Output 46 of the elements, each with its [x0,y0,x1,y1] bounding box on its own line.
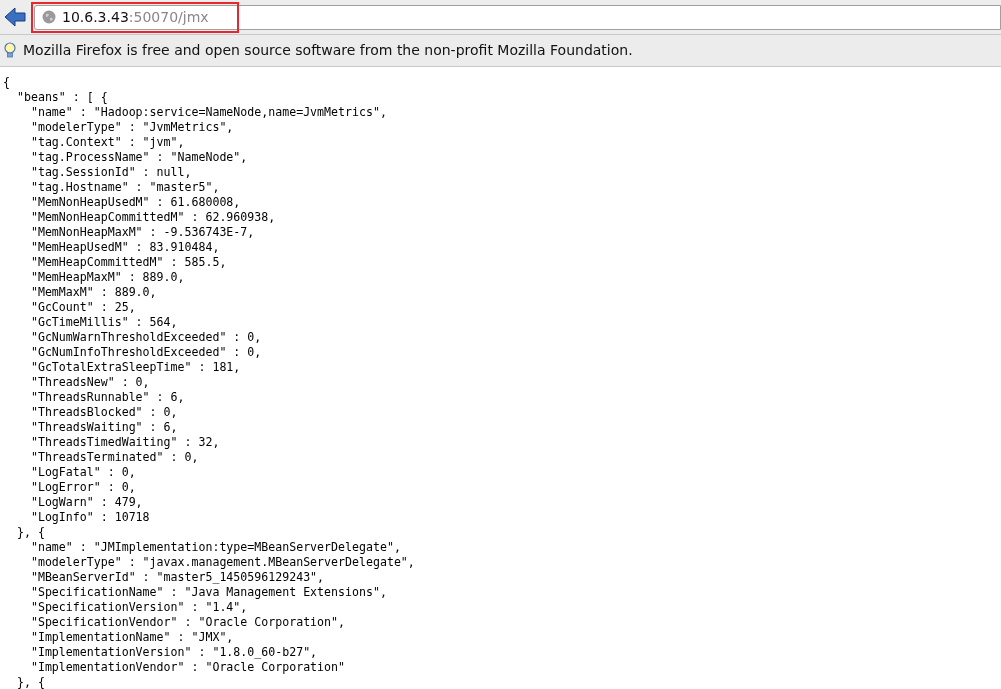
json-line: "MBeanServerId" : "master5_1450596129243", [29,570,325,584]
json-line: "GcNumWarnThresholdExceeded" : 0, [29,330,262,344]
json-line: "ThreadsTerminated" : 0, [29,450,199,464]
json-line: "modelerType" : "javax.management.MBeanServerDelegate", [29,555,415,569]
notification-text: Mozilla Firefox is free and open source software from the non-profit Mozilla Foundation. [23,41,633,60]
json-line: "ThreadsTimedWaiting" : 32, [29,435,220,449]
json-line: "tag.Hostname" : "master5", [29,180,220,194]
json-line: "MemNonHeapCommittedM" : 62.960938, [29,210,276,224]
json-line: "tag.ProcessName" : "NameNode", [29,150,248,164]
json-line: "ImplementationVendor" : "Oracle Corporation" [29,660,346,674]
json-line: }, { [15,675,45,689]
json-line: "ThreadsRunnable" : 6, [29,390,185,404]
json-line: "name" : "JMImplementation:type=MBeanServerDelegate", [29,540,401,554]
json-line: "MemNonHeapUsedM" : 61.680008, [29,195,241,209]
json-line: "ImplementationVersion" : "1.8.0_60-b27", [29,645,318,659]
json-line: "SpecificationVersion" : "1.4", [29,600,248,614]
json-line: "name" : "Hadoop:service=NameNode,name=JvmMetrics", [29,105,387,119]
json-line: "GcTimeMillis" : 564, [29,315,178,329]
json-line: "SpecificationVendor" : "Oracle Corporation", [29,615,346,629]
json-line: "tag.Context" : "jvm", [29,135,185,149]
back-arrow-icon[interactable] [4,7,26,27]
json-line: }, { [15,525,45,539]
json-line: "MemNonHeapMaxM" : -9.536743E-7, [29,225,255,239]
json-line: "ThreadsBlocked" : 0, [29,405,178,419]
json-line: "MemHeapCommittedM" : 585.5, [29,255,227,269]
json-line: "tag.SessionId" : null, [29,165,192,179]
json-line: "SpecificationName" : "Java Management Extensions", [29,585,387,599]
lightbulb-icon [4,42,16,59]
url-field[interactable]: 10.6.3.43:50070/jmx [34,4,1001,30]
json-line: "GcNumInfoThresholdExceeded" : 0, [29,345,262,359]
globe-icon [42,10,56,24]
json-line: "ThreadsWaiting" : 6, [29,420,178,434]
json-line: "beans" : [ { [15,90,108,104]
json-line: "MemMaxM" : 889.0, [29,285,157,299]
json-line: "MemHeapUsedM" : 83.910484, [29,240,220,254]
json-line: "ImplementationName" : "JMX", [29,630,234,644]
json-line: { [3,75,10,89]
json-line: "GcCount" : 25, [29,300,136,314]
json-line: "LogInfo" : 10718 [29,510,150,524]
json-line: "GcTotalExtraSleepTime" : 181, [29,360,241,374]
json-line: "MemHeapMaxM" : 889.0, [29,270,185,284]
json-line: "LogWarn" : 479, [29,495,143,509]
json-line: "modelerType" : "JvmMetrics", [29,120,234,134]
json-line: "LogFatal" : 0, [29,465,136,479]
json-line: "LogError" : 0, [29,480,136,494]
json-line: "ThreadsNew" : 0, [29,375,150,389]
